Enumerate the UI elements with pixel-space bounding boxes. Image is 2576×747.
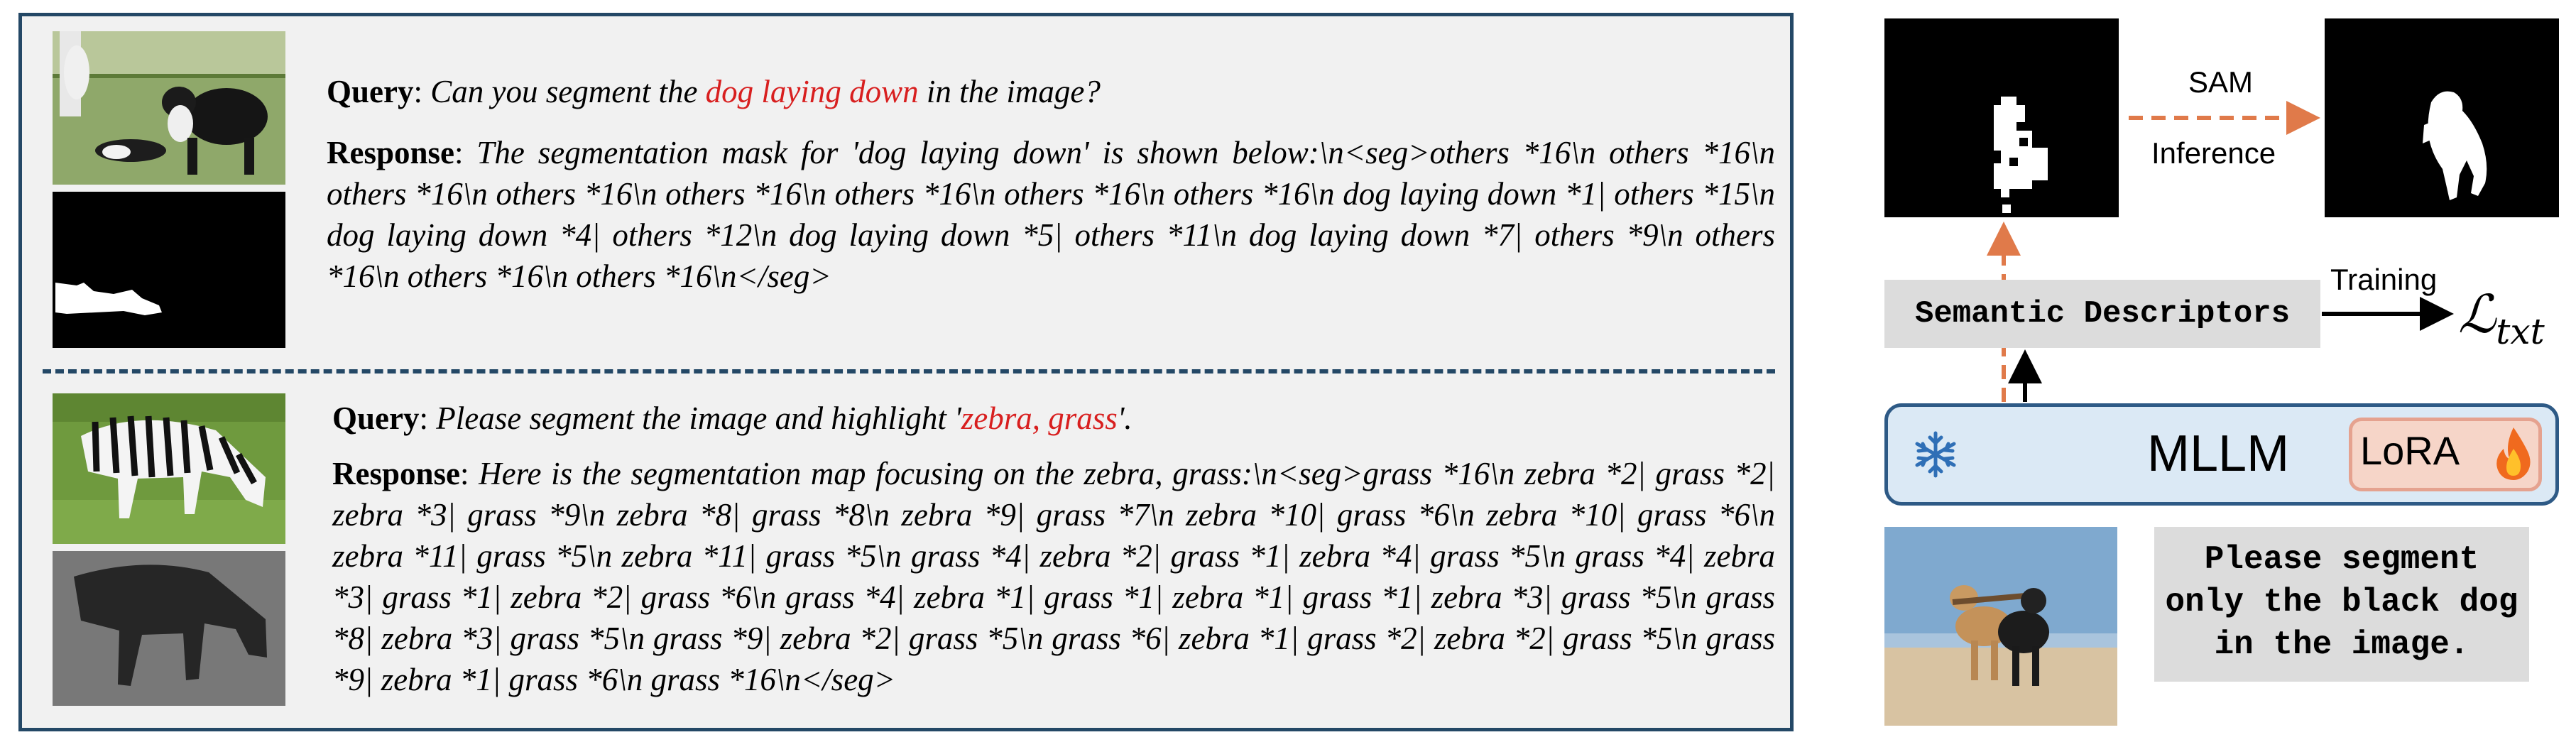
loss-txt: ℒtxt	[2458, 284, 2545, 352]
prompt-line-3: in the image.	[2214, 626, 2469, 663]
mllm-label: MLLM	[2147, 425, 2290, 482]
lora-label: LoRA	[2360, 428, 2460, 473]
loss-subscript: txt	[2496, 310, 2545, 352]
prompt-line-2: only the black dog	[2165, 584, 2518, 621]
inference-label: Inference	[2151, 136, 2276, 170]
loss-symbol: ℒ	[2458, 284, 2496, 345]
training-label: Training	[2330, 263, 2438, 296]
sam-label: SAM	[2188, 65, 2254, 99]
prompt-line-1: Please segment	[2204, 541, 2479, 578]
semantic-descriptors-label: Semantic Descriptors	[1914, 296, 2291, 332]
dogs-beach-photo	[1884, 527, 2117, 726]
prompt-text: Please segment only the black dog in the…	[2154, 538, 2529, 666]
fire-icon	[2492, 425, 2535, 481]
snowflake-icon	[1910, 429, 1961, 480]
